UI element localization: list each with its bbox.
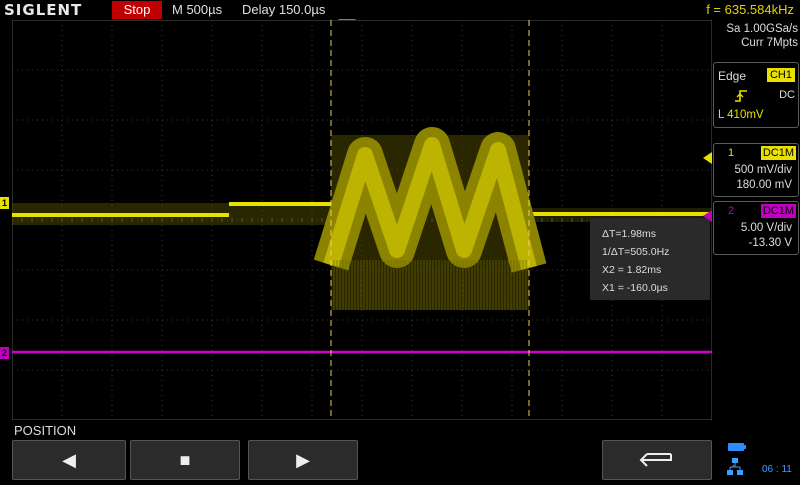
memory-depth: Curr 7Mpts [741,37,798,49]
position-reset-button[interactable]: ■ [130,440,240,480]
ch1-scale: 500 mV/div [734,164,792,176]
stop-square-icon: ■ [179,450,191,470]
network-icon [727,458,743,475]
run-stop-status[interactable]: Stop [112,1,162,19]
acquisition-info[interactable]: Sa 1.00GSa/s Curr 7Mpts [712,22,798,50]
cursor-measurement-panel: ΔT=1.98ms 1/ΔT=505.0Hz X2 = 1.82ms X1 = … [590,218,710,300]
ch2-panel-pointer-icon [703,210,712,222]
cursor-x2-readout: X2 = 1.82ms [602,264,662,276]
right-arrow-icon: ▶ [296,450,310,470]
battery-icon [728,443,746,451]
brand-logo: SIGLENT [4,1,83,19]
ch1-info-panel[interactable]: 1 DC1M 500 mV/div 180.00 mV [713,143,799,197]
trigger-type: Edge [718,69,747,83]
ch2-offset: -13.30 V [748,237,792,249]
ch1-coupling: DC1M [760,146,796,160]
ch2-offset-marker[interactable]: 2 [0,347,9,359]
sample-rate: Sa 1.00GSa/s [726,23,798,35]
ch2-info-panel[interactable]: 2 DC1M 5.00 V/div -13.30 V [713,201,799,255]
ch1-number: 1 [728,147,735,159]
ch1-offset: 180.00 mV [736,179,792,191]
system-clock: 06 : 11 [762,464,792,475]
delta-t-readout: ΔT=1.98ms [602,228,656,240]
ch2-coupling: DC1M [760,204,796,218]
trigger-panel[interactable]: Edge CH1 DC L 410mV [713,62,799,128]
usb-icon [730,464,735,469]
position-left-button[interactable]: ◀ [12,440,126,480]
trigger-source: CH1 [766,68,795,82]
rising-edge-icon [734,89,748,106]
top-status-bar: SIGLENT Stop M 500µs Delay 150.0µs f = 6… [0,0,800,20]
trigger-coupling: DC [779,89,795,101]
position-right-button[interactable]: ▶ [248,440,358,480]
return-arrow-icon [637,450,677,470]
delay-readout[interactable]: Delay 150.0µs [242,2,325,17]
left-arrow-icon: ◀ [62,450,76,470]
ch1-panel-pointer-icon [703,152,712,164]
softkey-section-label: POSITION [14,423,77,438]
ch2-number: 2 [728,205,735,217]
back-button[interactable] [602,440,712,480]
frequency-counter: f = 635.584kHz [706,2,794,17]
ch2-scale: 5.00 V/div [740,222,792,234]
cursor-x1-readout: X1 = -160.0µs [602,282,668,294]
trigger-level: L 410mV [718,109,764,121]
inverse-delta-t-readout: 1/ΔT=505.0Hz [602,246,670,258]
ch1-offset-marker[interactable]: 1 [0,197,9,209]
timebase-readout[interactable]: M 500µs [172,2,222,17]
